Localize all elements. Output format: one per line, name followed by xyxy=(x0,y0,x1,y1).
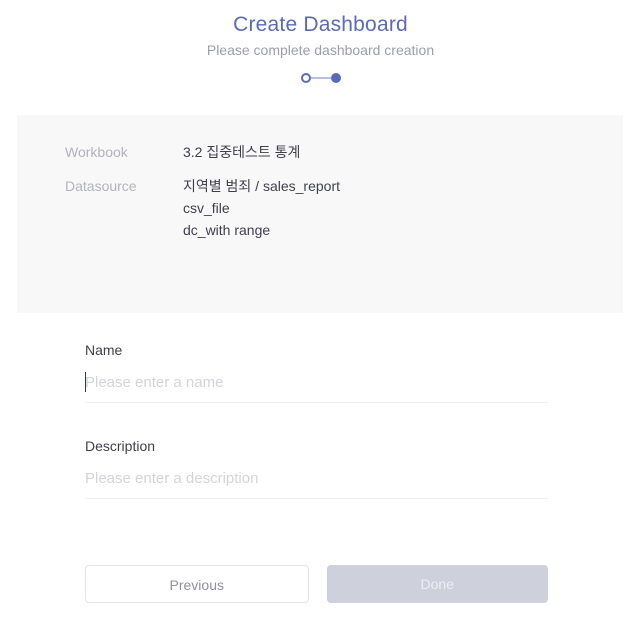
datasource-label: Datasource xyxy=(65,178,137,194)
page-title: Create Dashboard xyxy=(233,13,408,36)
workbook-value: 3.2 집중테스트 통계 xyxy=(183,144,301,160)
description-input-wrap[interactable] xyxy=(85,469,548,499)
datasource-value: 지역별 범죄 / sales_report csv_file dc_with r… xyxy=(183,178,340,238)
name-label: Name xyxy=(85,342,123,358)
stepper-dot-step-2[interactable] xyxy=(330,73,341,83)
description-label: Description xyxy=(85,438,156,454)
summary-row-workbook: Workbook 3.2 집중테스트 통계 xyxy=(17,115,623,163)
wizard-footer: Previous Done xyxy=(85,565,548,603)
stepper-connector xyxy=(310,77,331,79)
wizard-header: Create Dashboard Please complete dashboa… xyxy=(0,0,641,86)
description-input[interactable] xyxy=(85,469,548,489)
field-description: Description xyxy=(85,436,548,499)
summary-row-datasource: Datasource 지역별 범죄 / sales_report csv_fil… xyxy=(17,163,623,241)
create-dashboard-wizard: Create Dashboard Please complete dashboa… xyxy=(0,0,641,625)
dashboard-form: Name Description xyxy=(85,340,548,532)
previous-button[interactable]: Previous xyxy=(85,565,309,603)
workbook-label: Workbook xyxy=(65,144,128,160)
done-button[interactable]: Done xyxy=(326,565,548,603)
text-caret xyxy=(85,372,86,392)
stepper-dot-step-1[interactable] xyxy=(300,73,311,83)
wizard-stepper xyxy=(0,70,641,86)
field-name: Name xyxy=(85,340,548,403)
name-input-wrap[interactable] xyxy=(85,372,548,403)
page-subtitle: Please complete dashboard creation xyxy=(206,42,435,58)
name-input[interactable] xyxy=(85,373,548,393)
summary-panel: Workbook 3.2 집중테스트 통계 Datasource 지역별 범죄 … xyxy=(17,115,623,313)
